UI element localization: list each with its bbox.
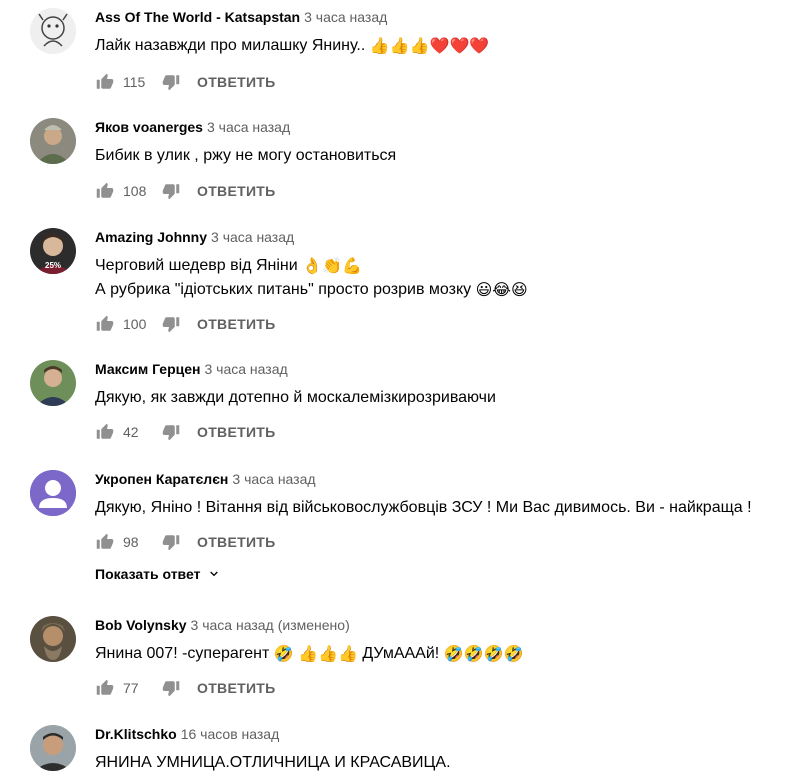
author-name[interactable]: Bob Volynsky — [95, 617, 187, 633]
comment-text: ЯНИНА УМНИЦА.ОТЛИЧНИЦА И КРАСАВИЦА. — [95, 754, 451, 771]
author-name[interactable]: Amazing Johnny — [95, 229, 207, 245]
avatar-badge: 25% — [45, 261, 62, 270]
thumb-down-icon — [162, 315, 180, 333]
reply-button[interactable]: ОТВЕТИТЬ — [197, 316, 276, 332]
reply-button[interactable]: ОТВЕТИТЬ — [197, 534, 276, 550]
dislike-button[interactable] — [161, 181, 181, 201]
default-user-icon — [30, 470, 76, 516]
thumb-up-icon — [96, 315, 114, 333]
thumb-up-icon — [96, 423, 114, 441]
like-button[interactable] — [95, 72, 115, 92]
thumb-up-icon — [96, 679, 114, 697]
thumb-up-icon — [96, 73, 114, 91]
emoji: 👌👏💪 — [302, 258, 362, 275]
emoji: 🤣🤣🤣🤣 — [443, 646, 524, 663]
timestamp[interactable]: 16 часов назад — [181, 726, 280, 742]
timestamp[interactable]: 3 часа назад — [304, 9, 387, 25]
like-button[interactable] — [95, 181, 115, 201]
edited-label: (изменено) — [277, 617, 350, 633]
author-name[interactable]: Ass Of The World - Katsapstan — [95, 9, 300, 25]
timestamp[interactable]: 3 часа назад — [205, 361, 288, 377]
comment-text: Дякую, як завжди дотепно й москалемізкир… — [95, 389, 496, 406]
comment-text-content: ДУмАААй! — [357, 645, 444, 662]
like-count: 77 — [123, 680, 139, 696]
thumb-down-icon — [162, 533, 180, 551]
author-name[interactable]: Яков voanerges — [95, 119, 203, 135]
comment-text-content: Черговий шедевр від Яніни — [95, 257, 303, 274]
thumb-down-icon — [162, 182, 180, 200]
show-replies-label: Показать ответ — [95, 566, 201, 582]
timestamp[interactable]: 3 часа назад — [232, 471, 315, 487]
comment-text-content: Янина 007! -суперагент — [95, 645, 274, 662]
comment-header: Amazing Johnny 3 часа назад — [95, 228, 787, 246]
comment-text-content: Лайк назавжди про милашку Янину.. — [95, 37, 370, 54]
reply-button[interactable]: ОТВЕТИТЬ — [197, 424, 276, 440]
thumb-up-icon — [96, 533, 114, 551]
like-count: 108 — [123, 183, 147, 199]
dislike-button[interactable] — [161, 314, 181, 334]
like-button[interactable] — [95, 314, 115, 334]
avatar[interactable] — [30, 8, 76, 54]
comment-text: Янина 007! -суперагент 🤣 👍👍👍 ДУмАААй! 🤣🤣… — [95, 643, 787, 665]
reply-button[interactable]: ОТВЕТИТЬ — [197, 74, 276, 90]
comment-header: Максим Герцен 3 часа назад — [95, 360, 787, 378]
dislike-button[interactable] — [161, 532, 181, 552]
author-name[interactable]: Максим Герцен — [95, 361, 201, 377]
emoji: 🤣 👍👍👍 — [273, 646, 358, 663]
comment-header: Bob Volynsky 3 часа назад (изменено) — [95, 616, 787, 634]
like-button[interactable] — [95, 678, 115, 698]
comment-actions: 98 ОТВЕТИТЬ — [95, 532, 276, 552]
comment-text: Лайк назавжди про милашку Янину.. 👍👍👍❤️❤… — [95, 35, 787, 57]
comment-actions: 77 ОТВЕТИТЬ — [95, 678, 276, 698]
comment-header: Dr.Klitschko 16 часов назад — [95, 725, 787, 743]
thumb-down-icon — [162, 73, 180, 91]
dislike-button[interactable] — [161, 678, 181, 698]
like-button[interactable] — [95, 532, 115, 552]
avatar[interactable] — [30, 616, 76, 662]
comment-actions: 115 ОТВЕТИТЬ — [95, 72, 276, 92]
like-count: 100 — [123, 316, 147, 332]
timestamp[interactable]: 3 часа назад — [207, 119, 290, 135]
emoji: 👍👍👍❤️❤️❤️ — [369, 38, 490, 55]
comment-header: Укропен Каратєлєн 3 часа назад — [95, 470, 787, 488]
author-name[interactable]: Укропен Каратєлєн — [95, 471, 228, 487]
reply-button[interactable]: ОТВЕТИТЬ — [197, 680, 276, 696]
comment-actions: 42 ОТВЕТИТЬ — [95, 422, 276, 442]
comment-actions: 100 ОТВЕТИТЬ — [95, 314, 276, 334]
show-replies-button[interactable]: Показать ответ — [95, 566, 222, 582]
emoji: 😃😂😆 — [475, 282, 528, 299]
avatar[interactable] — [30, 470, 76, 516]
comment-header: Яков voanerges 3 часа назад — [95, 118, 787, 136]
like-button[interactable] — [95, 422, 115, 442]
thumb-down-icon — [162, 679, 180, 697]
comment-header: Ass Of The World - Katsapstan 3 часа наза… — [95, 8, 787, 26]
dislike-button[interactable] — [161, 72, 181, 92]
timestamp[interactable]: 3 часа назад — [211, 229, 294, 245]
comment-text: Черговий шедевр від Яніни 👌👏💪 А рубрика … — [95, 255, 787, 301]
comment-text: Бибик в улик , ржу не могу остановиться — [95, 147, 397, 164]
avatar[interactable]: 25% — [30, 228, 76, 274]
timestamp[interactable]: 3 часа назад — [191, 617, 274, 633]
avatar[interactable] — [30, 118, 76, 164]
comment-text-content: А рубрика "ідіотських питань" просто роз… — [95, 281, 476, 298]
thumb-up-icon — [96, 182, 114, 200]
author-name[interactable]: Dr.Klitschko — [95, 726, 177, 742]
avatar[interactable] — [30, 360, 76, 406]
thumb-down-icon — [162, 423, 180, 441]
like-count: 42 — [123, 424, 139, 440]
reply-button[interactable]: ОТВЕТИТЬ — [197, 183, 276, 199]
dislike-button[interactable] — [161, 422, 181, 442]
chevron-down-icon — [210, 571, 219, 577]
like-count: 98 — [123, 534, 139, 550]
avatar[interactable] — [30, 725, 76, 771]
like-count: 115 — [123, 74, 146, 90]
comment-text: Дякую, Яніно ! Вітання від військовослуж… — [95, 499, 752, 516]
comment-actions: 108 ОТВЕТИТЬ — [95, 181, 276, 201]
